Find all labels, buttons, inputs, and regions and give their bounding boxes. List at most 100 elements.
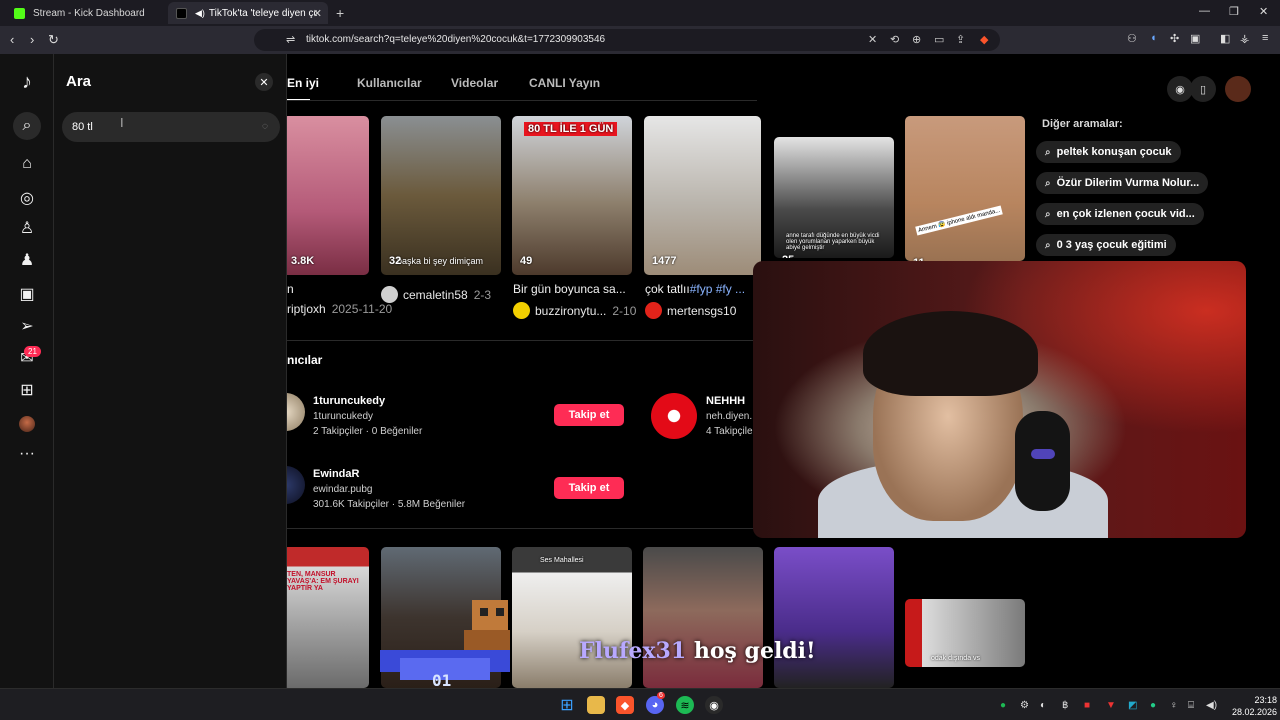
home-icon[interactable]: ⌂ [17, 154, 37, 174]
address-bar[interactable]: ⇌ tiktok.com/search?q=teleye%20diyen%20c… [254, 29, 1000, 51]
user-avatar[interactable] [1225, 76, 1251, 102]
upload-icon[interactable]: ⊞ [17, 380, 37, 400]
reload-icon[interactable]: ↻ [48, 32, 59, 48]
video-caption[interactable]: Bir gün boyunca sa... [513, 282, 626, 296]
author-avatar [513, 302, 530, 319]
minimize-icon[interactable]: — [1199, 5, 1210, 17]
video-card[interactable]: TEN, MANSUR YAVAŞ'A: EM ŞURAYI YAPTIR YA [287, 547, 369, 688]
tray-icon[interactable]: ■ [1084, 700, 1090, 711]
spotify-icon[interactable]: ≋ [676, 696, 694, 714]
video-card[interactable] [643, 547, 763, 688]
system-clock[interactable]: 23:18 28.02.2026 [1232, 694, 1277, 718]
search-icon: ⌕ [1045, 146, 1051, 158]
new-tab-button[interactable]: + [336, 5, 344, 21]
search-input[interactable]: 80 tl I ◌ [62, 112, 280, 142]
tray-icon[interactable]: ฿ [1062, 700, 1068, 711]
explore-icon[interactable]: ◎ [17, 188, 37, 208]
live-icon[interactable]: ▣ [17, 284, 37, 304]
brave-shield-icon[interactable]: ◆ [980, 33, 988, 46]
close-tab-icon[interactable]: ✕ [313, 7, 322, 20]
video-card[interactable]: başka bi şey dimiçam 32 [381, 116, 501, 275]
forward-icon[interactable]: › [30, 32, 34, 47]
follow-button[interactable]: Takip et [554, 477, 624, 499]
friends-icon[interactable]: ♟ [17, 250, 37, 270]
reader-off-icon[interactable]: ✕ [868, 33, 877, 46]
tab-live[interactable]: CANLI Yayın [529, 76, 600, 90]
steam-tray-icon[interactable]: ◐ [1040, 700, 1046, 711]
author-avatar [645, 302, 662, 319]
video-author[interactable]: buzzironytu... 2-10 [513, 302, 636, 319]
share-icon[interactable]: ⇪ [956, 33, 965, 46]
site-info-icon[interactable]: ⇌ [286, 33, 295, 46]
follow-button[interactable]: Takip et [554, 404, 624, 426]
microphone-icon[interactable]: ♀ [1170, 700, 1178, 711]
back-icon[interactable]: ‹ [10, 32, 14, 47]
related-search-chip[interactable]: ⌕ 0 3 yaş çocuk eğitimi [1036, 234, 1176, 256]
extension-icon[interactable]: ⚇ [1127, 32, 1137, 45]
file-explorer-icon[interactable] [587, 696, 605, 714]
inbox-send-icon[interactable]: ➢ [17, 316, 37, 336]
video-card[interactable]: anne tarafı düğünde en büyük vicdi olen … [774, 137, 894, 258]
restore-icon[interactable]: ❐ [1229, 5, 1239, 18]
avatar [651, 393, 697, 439]
browser-toolbar: ‹ › ↻ ⌑ ⇌ tiktok.com/search?q=teleye%20d… [0, 26, 1280, 54]
menu-icon[interactable]: ≡ [1262, 32, 1268, 44]
close-window-icon[interactable]: ✕ [1259, 5, 1268, 18]
tab-users[interactable]: Kullanıcılar [357, 76, 422, 90]
puzzle-icon[interactable]: ✣ [1170, 32, 1179, 45]
phone-icon[interactable]: ▯ [1190, 76, 1216, 102]
video-caption[interactable]: n [287, 282, 294, 296]
wallet-icon[interactable]: ▣ [1190, 32, 1200, 45]
related-search-chip[interactable]: ⌕ peltek konuşan çocuk [1036, 141, 1181, 163]
video-card[interactable]: 80 TL İLE 1 GÜN 49 [512, 116, 632, 275]
search-icon: ⌕ [1045, 208, 1051, 220]
tab-kick-dashboard[interactable]: Stream - Kick Dashboard [6, 2, 168, 24]
more-icon[interactable]: ··· [17, 444, 37, 464]
tray-icon[interactable]: ● [1150, 700, 1156, 711]
related-search-chip[interactable]: ⌕ Özür Dilerim Vurma Nolur... [1036, 172, 1209, 194]
video-author[interactable]: mertensgs10 [645, 302, 736, 319]
search-icon[interactable]: ⌕ [13, 112, 41, 140]
tray-icon[interactable]: ▼ [1106, 700, 1116, 711]
tray-icon[interactable]: ⚙ [1020, 700, 1029, 711]
video-card[interactable]: 1477 [644, 116, 761, 275]
video-caption[interactable]: çok tatlıı#fyp #fy ... [645, 282, 745, 296]
profile-avatar[interactable] [19, 416, 35, 432]
windows-start-icon[interactable]: ⊞ [558, 696, 576, 714]
avatar [287, 393, 305, 431]
translate-icon[interactable]: ⟲ [890, 33, 899, 46]
other-searches: Diğer aramalar: ⌕ peltek konuşan çocuk ⌕ Ö… [1036, 118, 1209, 256]
tab-top[interactable]: En iyi [287, 76, 319, 90]
spotify-tray-icon[interactable]: ● [1000, 700, 1006, 711]
sidebar-icon[interactable]: ◧ [1220, 32, 1230, 45]
tabs-divider [287, 100, 757, 101]
tray-icon[interactable]: ◩ [1128, 700, 1137, 711]
follow-alert-text: Flufex31 hoş geldi! [579, 638, 816, 664]
speaker-icon[interactable]: ◀) [195, 8, 205, 19]
brave-browser-icon[interactable]: ◆ [616, 696, 634, 714]
following-icon[interactable]: ♙ [17, 218, 37, 238]
close-search-icon[interactable]: ✕ [255, 73, 273, 91]
search-input-value: 80 tl [72, 121, 93, 133]
obs-icon[interactable]: ◉ [705, 696, 723, 714]
video-author[interactable]: riptjoxh 2025-11-20 [287, 302, 392, 316]
cast-icon[interactable]: ▭ [934, 33, 944, 46]
microphone [1015, 411, 1070, 511]
video-author[interactable]: cemaletin58 2-3 [381, 286, 491, 303]
windows-taskbar: ⊞ ◆ ◕ 6 ≋ ◉ ● ⚙ ◐ ฿ ■ ▼ ◩ ● ♀ ⌸ ◀) 23:18… [0, 688, 1280, 720]
video-card[interactable]: Annem 😰 iphone aldı manda... 11 [905, 116, 1025, 261]
volume-icon[interactable]: ◀) [1206, 700, 1217, 711]
tab-tiktok-search[interactable]: ◀) TikTok'ta 'teleye diyen çocuk' ✕ [168, 2, 328, 24]
video-card[interactable]: Ses Mahallesi [512, 547, 632, 688]
network-icon[interactable]: ⌸ [1188, 700, 1194, 711]
video-card[interactable] [774, 547, 894, 688]
leo-icon[interactable]: ⚶ [1240, 32, 1249, 45]
audio-extension-icon[interactable]: ◖ [1150, 32, 1157, 44]
user-result[interactable]: EwindaR ewindar.pubg 301.6K Takipçiler ·… [287, 466, 757, 521]
video-card[interactable]: 3.8K [287, 116, 369, 275]
zoom-icon[interactable]: ⊕ [912, 33, 921, 46]
video-card[interactable]: odak dışında vs [905, 599, 1025, 667]
tiktok-logo-icon[interactable]: ♪ [17, 71, 37, 93]
tab-videos[interactable]: Videolar [451, 76, 498, 90]
related-search-chip[interactable]: ⌕ en çok izlenen çocuk vid... [1036, 203, 1204, 225]
